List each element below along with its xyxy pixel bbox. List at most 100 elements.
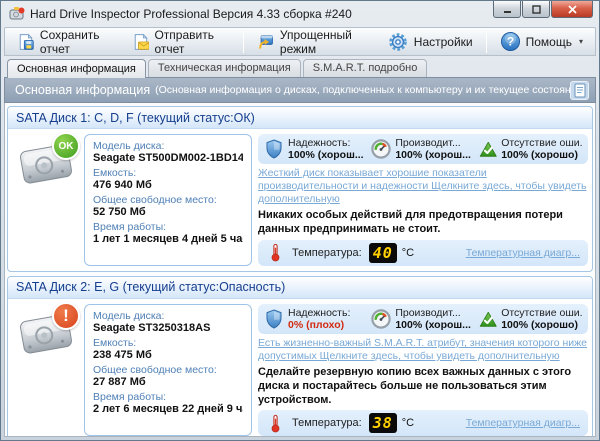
simple-mode-label: Упрощенный режим	[280, 28, 371, 56]
toolbar-separator	[486, 31, 487, 53]
disk2-info-panel: Модель диска: Seagate ST3250318AS Емкост…	[84, 304, 252, 437]
send-report-icon	[132, 31, 150, 53]
reliability-label: Надежность:	[288, 137, 364, 149]
save-report-label: Сохранить отчет	[40, 28, 116, 56]
disk1-info-panel: Модель диска: Seagate ST500DM002-1BD142 …	[84, 134, 252, 266]
disk1-performance-metric: Производит... 100% (хорош...	[371, 137, 474, 161]
settings-button[interactable]: Настройки	[379, 28, 481, 56]
capacity-label: Емкость:	[93, 167, 243, 179]
help-button[interactable]: Помощь ▾	[492, 28, 591, 55]
disk2-no-errors-value: 100% (хорошо)	[501, 319, 582, 331]
banner-title: Основная информация	[15, 83, 150, 97]
send-report-button[interactable]: Отправить отчет	[124, 25, 238, 59]
check-triangle-icon	[479, 140, 498, 158]
free-space-label: Общее свободное место:	[93, 364, 243, 376]
send-report-label: Отправить отчет	[154, 28, 230, 56]
close-button[interactable]	[551, 1, 593, 18]
save-report-button[interactable]: Сохранить отчет	[9, 25, 124, 59]
temperature-unit: °C	[402, 417, 414, 429]
settings-gear-icon	[387, 31, 409, 53]
disk1-temperature-diagram-link[interactable]: Температурная диагр...	[466, 247, 580, 259]
disk2-body: ! Модель диска: Seagate ST3250318AS Емко…	[8, 299, 592, 437]
disk1-no-errors-metric: Отсутствие оши... 100% (хорошо)	[479, 137, 582, 161]
free-space-label: Общее свободное место:	[93, 194, 243, 206]
disk2-reliability-value: 0% (плохо)	[288, 319, 350, 331]
disk1-temperature-row: Температура: 40 °C Температурная диагр..…	[258, 240, 588, 266]
disk2-performance-value: 100% (хорош...	[395, 319, 471, 331]
document-icon	[571, 82, 588, 99]
disk1-temperature-lcd: 40	[369, 243, 397, 263]
reliability-label: Надежность:	[288, 307, 350, 319]
disk2-temperature-diagram-link[interactable]: Температурная диагр...	[466, 417, 580, 429]
disk1-metrics-panel: Надежность: 100% (хорош... Производит...…	[258, 134, 588, 164]
minimize-button[interactable]	[493, 1, 521, 18]
window-title: Hard Drive Inspector Professional Версия…	[30, 7, 352, 21]
thermometer-icon	[266, 243, 285, 262]
maximize-button[interactable]	[522, 1, 550, 18]
simple-mode-button[interactable]: Упрощенный режим	[249, 25, 379, 59]
disk2-metrics-panel: Надежность: 0% (плохо) Производит... 100…	[258, 304, 588, 334]
tab-technical-info[interactable]: Техническая информация	[148, 59, 301, 77]
disk1-body: OK Модель диска: Seagate ST500DM002-1BD1…	[8, 129, 592, 271]
performance-label: Производит...	[395, 137, 471, 149]
disk1-section-title: SATA Диск 1: C, D, F (текущий статус:ОК)	[8, 107, 592, 129]
disk2-performance-metric: Производит... 100% (хорош...	[371, 307, 474, 331]
toolbar-separator	[243, 31, 244, 53]
simple-mode-icon	[257, 31, 275, 53]
toolbar: Сохранить отчет Отправить отчет Упрощенн…	[4, 27, 596, 56]
disk1-performance-value: 100% (хорош...	[395, 149, 471, 161]
disk2-free-space-value: 27 887 Мб	[93, 376, 243, 388]
disk1-reliability-value: 100% (хорош...	[288, 149, 364, 161]
banner-subtitle: (Основная информация о дисках, подключен…	[155, 84, 570, 96]
title-bar[interactable]: Hard Drive Inspector Professional Версия…	[4, 1, 596, 27]
disk2-status-column: Надежность: 0% (плохо) Производит... 100…	[258, 304, 588, 437]
check-triangle-icon	[479, 310, 498, 328]
tab-smart-details[interactable]: S.M.A.R.T. подробно	[303, 59, 428, 77]
disk2-no-errors-metric: Отсутствие оши... 100% (хорошо)	[479, 307, 582, 331]
disk-section-1: SATA Диск 1: C, D, F (текущий статус:ОК)…	[7, 106, 593, 272]
disk1-details-link[interactable]: Жесткий диск показывает хорошие показате…	[258, 167, 588, 206]
model-label: Модель диска:	[93, 140, 243, 152]
thermometer-icon	[266, 414, 285, 433]
tab-main-info[interactable]: Основная информация	[7, 59, 146, 78]
disk2-advice-text: Сделайте резервную копию всех важных дан…	[258, 366, 588, 407]
temperature-unit: °C	[402, 247, 414, 259]
disk1-advice-text: Никаких особых действий для предотвращен…	[258, 209, 588, 237]
shield-icon	[264, 309, 284, 329]
help-icon	[500, 31, 521, 52]
disk1-no-errors-value: 100% (хорошо)	[501, 149, 582, 161]
gauge-icon	[371, 139, 391, 159]
no-errors-label: Отсутствие оши...	[501, 307, 582, 319]
app-icon	[9, 6, 25, 22]
disk1-capacity-value: 476 940 Мб	[93, 179, 243, 191]
gauge-icon	[371, 309, 391, 329]
disk2-section-title: SATA Диск 2: E, G (текущий статус:Опасно…	[8, 277, 592, 299]
tab-strip: Основная информация Техническая информац…	[4, 56, 596, 77]
disk2-uptime-value: 2 лет 6 месяцев 22 дней 9 час...	[93, 403, 243, 415]
disk1-uptime-value: 1 лет 1 месяцев 4 дней 5 часо...	[93, 233, 243, 245]
disk2-drive-graphic: !	[14, 304, 78, 368]
model-label: Модель диска:	[93, 310, 243, 322]
no-errors-label: Отсутствие оши...	[501, 137, 582, 149]
disk2-model-value: Seagate ST3250318AS	[93, 322, 243, 334]
close-icon	[568, 5, 577, 14]
disk1-model-value: Seagate ST500DM002-1BD142	[93, 152, 243, 164]
disk2-details-link[interactable]: Есть жизненно-важный S.M.A.R.T. атрибут,…	[258, 337, 588, 363]
disk1-drive-graphic: OK	[14, 134, 78, 198]
disk1-status-column: Надежность: 100% (хорош... Производит...…	[258, 134, 588, 266]
disk1-reliability-metric: Надежность: 100% (хорош...	[264, 137, 367, 161]
page-header-banner: Основная информация (Основная информация…	[4, 77, 596, 103]
app-window: Hard Drive Inspector Professional Версия…	[0, 0, 600, 441]
temperature-label: Температура:	[292, 417, 362, 429]
disk2-status-badge-warning: !	[52, 302, 80, 330]
performance-label: Производит...	[395, 307, 471, 319]
temperature-label: Температура:	[292, 247, 362, 259]
uptime-label: Время работы:	[93, 221, 243, 233]
window-controls	[492, 1, 593, 18]
disk1-free-space-value: 52 750 Мб	[93, 206, 243, 218]
disk2-temperature-row: Температура: 38 °C Температурная диагр..…	[258, 410, 588, 436]
banner-document-icon	[570, 81, 589, 100]
main-content: SATA Диск 1: C, D, F (текущий статус:ОК)…	[4, 103, 596, 437]
save-report-icon	[17, 31, 35, 53]
disk2-reliability-metric: Надежность: 0% (плохо)	[264, 307, 367, 331]
